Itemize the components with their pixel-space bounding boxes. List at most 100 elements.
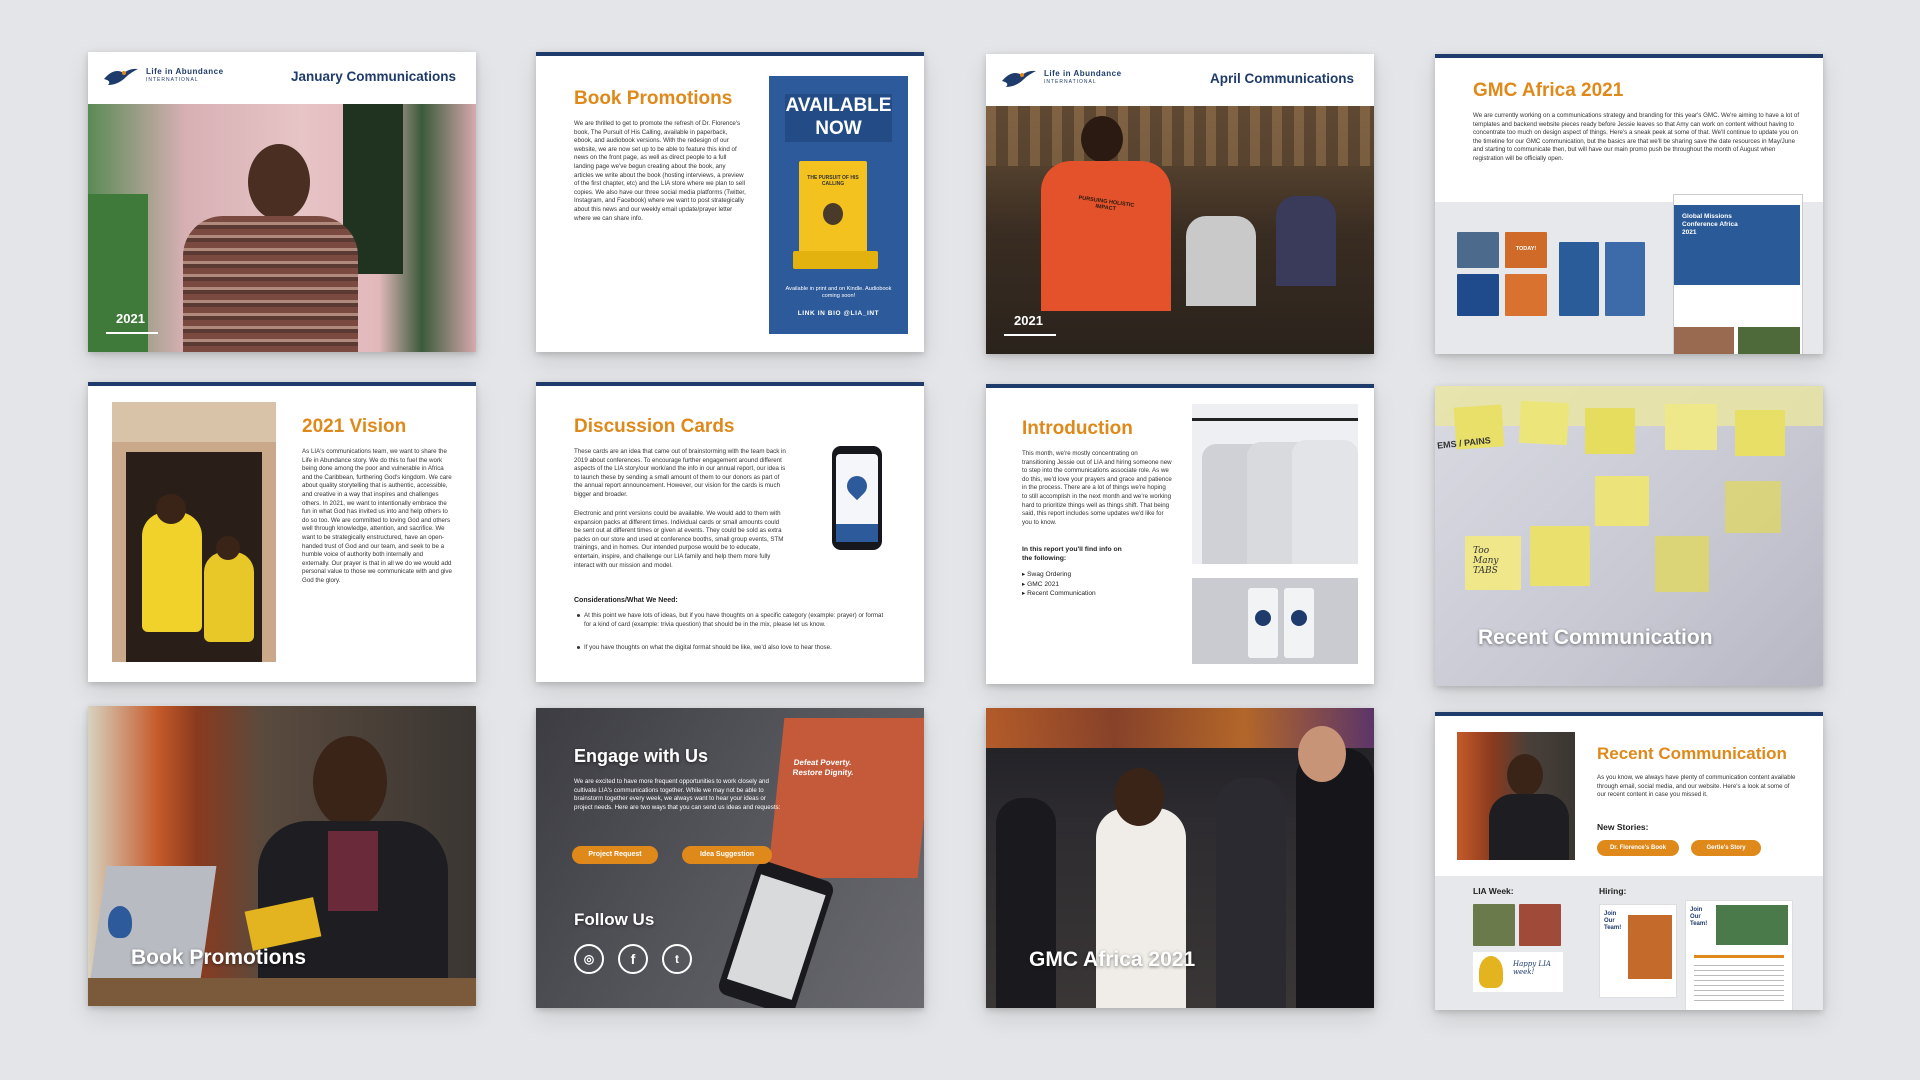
slide-january-communications[interactable]: Life in Abundance INTERNATIONAL January … xyxy=(88,52,476,352)
twitter-icon[interactable]: t xyxy=(662,944,692,974)
laptop-screen: Defeat Poverty. Restore Dignity. xyxy=(767,718,924,878)
report-contents-label: In this report you'll find info on the f… xyxy=(1022,546,1122,562)
slide-title: GMC Africa 2021 xyxy=(1473,80,1624,101)
hiring-label: Hiring: xyxy=(1599,886,1627,896)
slide-engage-with-us[interactable]: Defeat Poverty. Restore Dignity. Engage … xyxy=(536,708,924,1008)
bird-logo-icon xyxy=(104,68,138,85)
slide-discussion-cards[interactable]: Discussion Cards These cards are an idea… xyxy=(536,382,924,682)
thumb-today: TODAY! xyxy=(1505,232,1547,268)
slide-book-promotions-cover[interactable]: Book Promotions xyxy=(88,706,476,1006)
phone-in-hand xyxy=(716,859,836,1008)
hanger-icon xyxy=(1192,418,1358,421)
logo: Life in Abundance INTERNATIONAL xyxy=(1000,67,1122,89)
poster-headline: AVAILABLE NOW xyxy=(785,94,892,142)
logo-sub: INTERNATIONAL xyxy=(1044,79,1097,85)
logo: Life in Abundance INTERNATIONAL xyxy=(102,65,224,87)
join-team-card-1: Join Our Team! xyxy=(1599,904,1677,998)
child-1 xyxy=(142,512,202,632)
idea-suggestion-button[interactable]: Idea Suggestion xyxy=(682,846,772,864)
story-button-florence[interactable]: Dr. Florence's Book xyxy=(1597,840,1679,856)
slide-body: We are excited to have more frequent opp… xyxy=(574,778,781,811)
child-2 xyxy=(204,552,254,642)
report-contents-list: ▸ Swag Ordering ▸ GMC 2021 ▸ Recent Comm… xyxy=(1022,571,1096,597)
report-item: Swag Ordering xyxy=(1027,571,1072,578)
slide-title: GMC Africa 2021 xyxy=(1029,948,1196,971)
project-request-button[interactable]: Project Request xyxy=(572,846,658,864)
phone-icon xyxy=(832,446,882,550)
facebook-icon[interactable]: f xyxy=(618,944,648,974)
coffee-bags-photo xyxy=(1192,578,1358,664)
bird-logo-icon xyxy=(108,906,132,938)
logo-name: Life in Abundance xyxy=(1044,69,1122,78)
slide-body: We are thrilled to get to promote the re… xyxy=(574,120,746,222)
children-window-photo xyxy=(112,402,276,662)
author-thumb-photo xyxy=(1457,732,1575,860)
considerations-label: Considerations/What We Need: xyxy=(574,597,678,604)
year-underline xyxy=(106,332,158,334)
slide-topbar xyxy=(88,382,476,386)
slide-recent-communication[interactable]: Recent Communication As you know, we alw… xyxy=(1435,712,1823,1010)
website-mockup: Global Missions Conference Africa 2021 xyxy=(1673,194,1803,354)
thumb-navy-1 xyxy=(1559,242,1599,316)
slide-title: 2021 Vision xyxy=(302,416,407,437)
story-button-gertie[interactable]: Gertie's Story xyxy=(1691,840,1761,856)
slide-title: Book Promotions xyxy=(574,88,733,109)
instagram-icon[interactable]: ◎ xyxy=(574,944,604,974)
consideration-item-2: If you have thoughts on what the digital… xyxy=(584,644,832,651)
year-underline xyxy=(1004,334,1056,336)
slide-title: Book Promotions xyxy=(131,946,307,969)
man-shirt xyxy=(183,216,358,352)
slide-topbar xyxy=(536,52,924,56)
slide-gmc-africa-cover[interactable]: GMC Africa 2021 xyxy=(986,708,1374,1008)
man-head xyxy=(248,144,310,220)
book-stack: THE PURSUIT OF HIS CALLING xyxy=(793,161,878,269)
logo-name: Life in Abundance xyxy=(146,67,224,76)
slide-title: Introduction xyxy=(1022,418,1133,439)
consideration-item-1: At this point we have lots of ideas, but… xyxy=(584,612,884,628)
slide-topbar xyxy=(536,382,924,386)
slide-topbar xyxy=(1435,54,1823,58)
report-item: Recent Communication xyxy=(1027,590,1096,597)
man-portrait-photo: 2021 xyxy=(88,104,476,352)
slide-header-title: January Communications xyxy=(290,69,456,84)
slide-topbar xyxy=(1435,712,1823,716)
slide-title: Discussion Cards xyxy=(574,416,735,437)
lia-week-label: LIA Week: xyxy=(1473,886,1514,896)
year-label: 2021 xyxy=(116,311,145,326)
slide-april-communications[interactable]: Life in Abundance INTERNATIONAL April Co… xyxy=(986,54,1374,354)
bullet-dot xyxy=(577,646,580,649)
bullet-dot xyxy=(577,614,580,617)
slide-title: Recent Communication xyxy=(1597,744,1787,763)
speaker-head xyxy=(1081,116,1123,162)
slide-2021-vision[interactable]: 2021 Vision As LIA's communications team… xyxy=(88,382,476,682)
woman-worshipping xyxy=(1096,808,1186,1008)
logo-sub: INTERNATIONAL xyxy=(146,77,199,83)
slide-body: This month, we're mostly concentrating o… xyxy=(1022,450,1172,526)
new-stories-label: New Stories: xyxy=(1597,822,1649,832)
thumb-orange xyxy=(1505,274,1547,316)
slide-recent-communication-cover[interactable]: Too Many TABS EMS / PAINS Recent Communi… xyxy=(1435,386,1823,686)
shirts-on-hangers-photo xyxy=(1192,404,1358,564)
slide-gmc-africa[interactable]: GMC Africa 2021 We are currently working… xyxy=(1435,54,1823,354)
slide-body: We are currently working on a communicat… xyxy=(1473,112,1800,162)
happy-lia-week-card: Happy LIA week! xyxy=(1473,952,1563,992)
slide-title: Recent Communication xyxy=(1478,626,1713,649)
bird-logo-icon xyxy=(1002,70,1036,87)
slide-introduction[interactable]: Introduction This month, we're mostly co… xyxy=(986,384,1374,684)
slide-body-2: Electronic and print versions could be a… xyxy=(574,510,784,569)
follow-us-heading: Follow Us xyxy=(574,910,655,929)
slide-body: As LIA's communications team, we want to… xyxy=(302,448,452,584)
slide-header-title: April Communications xyxy=(1209,71,1354,86)
year-label: 2021 xyxy=(1014,313,1043,328)
recent-lower-area: LIA Week: Happy LIA week! Hiring: Join O… xyxy=(1435,876,1823,1010)
speaker-orange-shirt: PURSUING HOLISTIC IMPACT xyxy=(1041,161,1171,311)
slide-book-promotions[interactable]: Book Promotions We are thrilled to get t… xyxy=(536,52,924,352)
thumb-photo-1 xyxy=(1457,232,1499,268)
thumb-quote xyxy=(1457,274,1499,316)
slide-body: As you know, we always have plenty of co… xyxy=(1597,774,1796,799)
book-poster: AVAILABLE NOW THE PURSUIT OF HIS CALLING… xyxy=(769,76,908,334)
author-head xyxy=(313,736,387,828)
slide-topbar xyxy=(986,384,1374,388)
training-session-photo: PURSUING HOLISTIC IMPACT 2021 xyxy=(986,106,1374,354)
slide-body: These cards are an idea that came out of… xyxy=(574,448,786,498)
